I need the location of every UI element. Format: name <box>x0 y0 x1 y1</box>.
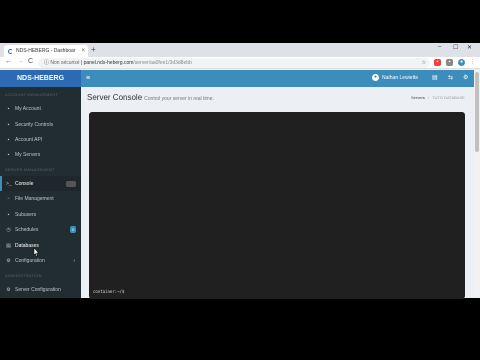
breadcrumb-separator: › <box>427 95 430 100</box>
cog-icon: ⚙ <box>6 286 11 293</box>
sidebar-section-account: ACCOUNT MANAGEMENT <box>5 92 59 97</box>
sidebar-item-label: Server Configuration <box>15 286 61 293</box>
reload-button[interactable]: C <box>28 58 33 65</box>
terminal-icon: >_ <box>6 180 12 187</box>
gear-icon: ⚙ <box>6 257 11 264</box>
schedules-count-badge: 0 <box>69 226 76 233</box>
server-console[interactable] <box>89 112 465 299</box>
tab-close-button[interactable]: × <box>81 48 85 54</box>
loading-icon <box>8 48 13 54</box>
user-avatar-icon: ● <box>372 74 379 81</box>
forward-button[interactable]: → <box>17 58 24 65</box>
breadcrumb: Servers › TUTO DATABASE <box>411 95 465 100</box>
extension-icon[interactable]: ▪ <box>446 59 453 66</box>
chevron-right-icon: › <box>73 257 75 264</box>
sidebar-item-server-configuration[interactable]: ⚙ Server Configuration <box>0 282 81 297</box>
bookmark-star-icon[interactable]: ☆ <box>422 58 426 68</box>
sidebar-item-my-account[interactable]: ▪ My Account <box>0 101 81 116</box>
console-prompt[interactable]: container:~/$ <box>93 289 124 294</box>
new-tab-button[interactable]: + <box>91 45 96 54</box>
sidebar-item-label: Account API <box>15 136 43 143</box>
back-button[interactable]: ← <box>5 58 12 65</box>
sidebar-item-configuration[interactable]: ⚙ Configuration › <box>0 253 81 268</box>
user-menu[interactable]: ● Nathan Lewiette <box>372 74 418 81</box>
gear-icon[interactable]: ⚙ <box>463 74 468 81</box>
sidebar-item-schedules[interactable]: ◷ Schedules 0 <box>0 222 81 237</box>
sidebar-item-label: Configuration <box>15 257 45 264</box>
page-subtitle: Control your server in real time. <box>144 96 214 102</box>
share-icon[interactable]: ⇆ <box>448 74 453 81</box>
maximize-button[interactable]: ☐ <box>453 44 458 51</box>
url-path: /server/aa0fee1/3d3d8ebb <box>133 60 192 66</box>
sidebar-item-label: Subusers <box>15 211 37 218</box>
url-domain: panel.nds-heberg.com <box>83 60 134 66</box>
close-window-button[interactable]: ✕ <box>467 44 472 51</box>
extension-icon[interactable]: ▪ <box>434 59 441 66</box>
page-title: Server Console Control your server in rea… <box>87 93 214 102</box>
sidebar-item-account-api[interactable]: ▪ Account API <box>0 132 81 147</box>
sidebar-item-label: File Management <box>15 195 54 202</box>
sidebar-item-label: My Account <box>15 105 41 112</box>
url-input[interactable]: ⓘ Non sécurisé | panel.nds-heberg.com/se… <box>38 58 430 68</box>
browser-menu-icon[interactable]: ⋮ <box>469 59 476 66</box>
breadcrumb-servers[interactable]: Servers <box>411 95 425 100</box>
lock-icon: ▪ <box>7 121 10 128</box>
sidebar-item-label: Schedules <box>15 226 39 233</box>
sidebar-section-server: SERVER MANAGEMENT <box>5 167 55 172</box>
console-indicator <box>66 180 76 187</box>
sidebar-item-subusers[interactable]: ▪ Subusers <box>0 207 81 222</box>
user-name: Nathan Lewiette <box>382 74 419 81</box>
sidebar-item-label: Security Controls <box>15 121 54 128</box>
scrollbar-thumb[interactable] <box>475 72 479 152</box>
browser-tab[interactable]: NDS-HEBERG - Dashboar × <box>4 45 88 57</box>
users-icon: ▪ <box>7 211 10 218</box>
mouse-cursor-icon <box>33 248 39 257</box>
clock-icon: ◷ <box>6 226 11 233</box>
sidebar-section-admin: ADMINISTRATION <box>5 273 42 278</box>
breadcrumb-current: TUTO DATABASE <box>432 95 465 100</box>
key-icon: ▪ <box>7 136 10 143</box>
sidebar-item-databases[interactable]: ▤ Databases <box>0 238 81 253</box>
brand-logo[interactable]: NDS-HEBERG <box>0 70 81 87</box>
menu-toggle-icon[interactable]: ≡ <box>86 75 90 82</box>
sidebar-item-console[interactable]: >_ Console <box>0 176 81 191</box>
page-title-text: Server Console <box>87 93 143 102</box>
database-icon: ▤ <box>6 242 11 249</box>
tab-title: NDS-HEBERG - Dashboar <box>16 48 76 54</box>
not-secure-label: Non sécurisé <box>50 60 80 66</box>
sidebar-item-my-servers[interactable]: ▪ My Servers <box>0 147 81 162</box>
user-icon: ▪ <box>7 105 10 112</box>
server-icon[interactable]: ▤ <box>432 74 438 81</box>
sidebar-item-security-controls[interactable]: ▪ Security Controls <box>0 117 81 132</box>
file-icon: ▫ <box>7 195 10 202</box>
server-icon: ▪ <box>7 151 10 158</box>
sidebar-item-file-management[interactable]: ▫ File Management <box>0 191 81 206</box>
sidebar-item-label: My Servers <box>15 151 41 158</box>
minimize-button[interactable]: – <box>438 44 441 50</box>
sidebar-item-label: Console <box>15 180 34 187</box>
profile-avatar[interactable]: ● <box>458 59 465 66</box>
